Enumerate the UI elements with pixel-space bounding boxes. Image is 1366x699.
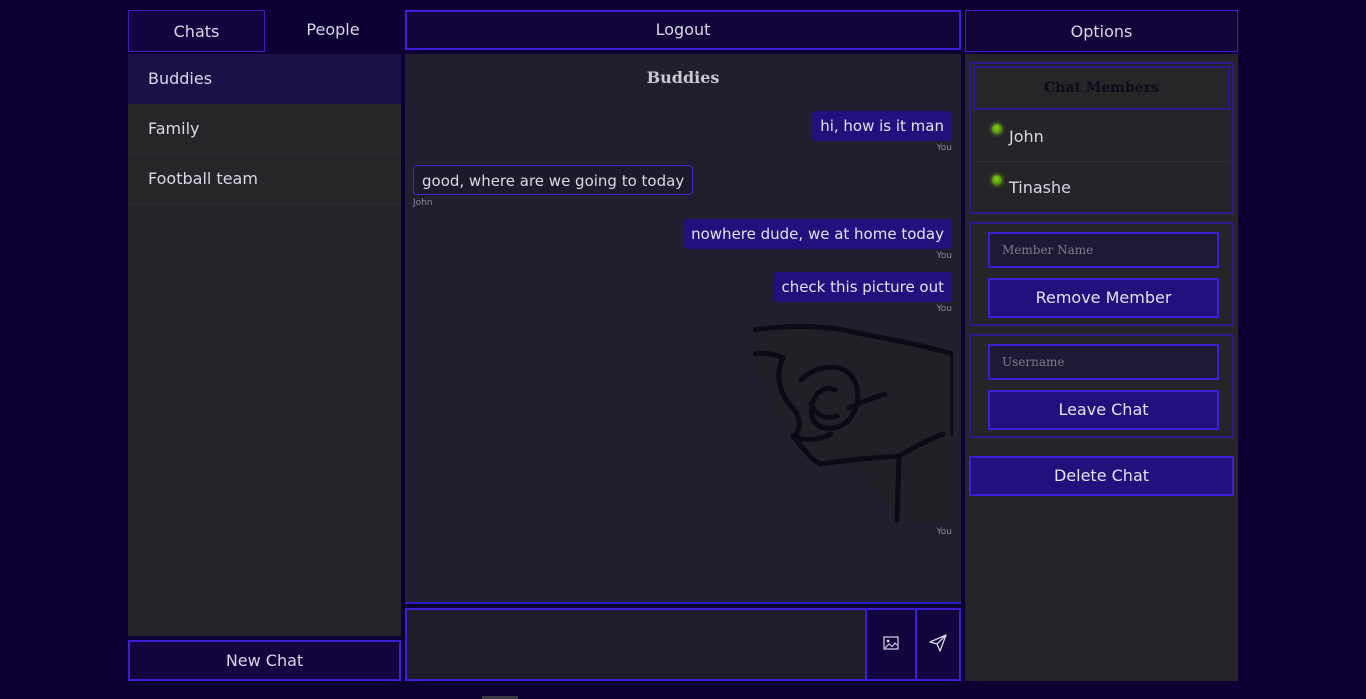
message-input[interactable] xyxy=(407,610,865,679)
message-bubble: check this picture out xyxy=(773,272,952,302)
online-status-icon xyxy=(992,175,1002,185)
options-panel: Chat Members John Tinashe Remove Member … xyxy=(965,54,1238,681)
member-name-input[interactable] xyxy=(988,232,1219,268)
message-composer xyxy=(405,608,961,681)
message-sender: You xyxy=(936,143,952,153)
message-sender: You xyxy=(936,251,952,261)
chat-members-section: Chat Members John Tinashe xyxy=(969,62,1234,214)
remove-member-section: Remove Member xyxy=(969,222,1234,326)
new-chat-button[interactable]: New Chat xyxy=(128,640,401,681)
attach-image-button[interactable] xyxy=(865,610,915,679)
online-status-icon xyxy=(992,124,1002,134)
send-button[interactable] xyxy=(915,610,959,679)
logout-button[interactable]: Logout xyxy=(405,10,961,50)
member-item[interactable]: Tinashe xyxy=(973,163,1230,213)
remove-member-button[interactable]: Remove Member xyxy=(988,278,1219,318)
message-bubble: good, where are we going to today xyxy=(413,165,694,195)
chat-item-family[interactable]: Family xyxy=(128,104,401,154)
message-sender: You xyxy=(936,527,952,537)
chat-title: Buddies xyxy=(646,68,720,87)
tab-people[interactable]: People xyxy=(265,9,401,51)
chat-item-buddies[interactable]: Buddies xyxy=(128,54,401,104)
chat-list: Buddies Family Football team xyxy=(128,54,401,636)
message-bubble: nowhere dude, we at home today xyxy=(683,219,952,249)
username-input[interactable] xyxy=(988,344,1219,380)
leave-chat-section: Leave Chat xyxy=(969,334,1234,438)
sidebar-tabs: Chats People xyxy=(128,10,401,52)
member-name: Tinashe xyxy=(1009,178,1071,197)
member-name: John xyxy=(1009,127,1044,146)
send-icon xyxy=(929,633,947,656)
image-icon xyxy=(883,635,899,654)
options-button[interactable]: Options xyxy=(965,10,1238,52)
leave-chat-button[interactable]: Leave Chat xyxy=(988,390,1219,430)
delete-chat-button[interactable]: Delete Chat xyxy=(969,456,1234,496)
chat-members-heading: Chat Members xyxy=(973,66,1230,110)
member-item[interactable]: John xyxy=(973,112,1230,162)
message-sender: John xyxy=(413,198,433,208)
message-pane[interactable]: Buddies hi, how is it man You good, wher… xyxy=(405,54,961,604)
message-sender: You xyxy=(936,304,952,314)
chat-item-football-team[interactable]: Football team xyxy=(128,154,401,204)
message-bubble: hi, how is it man xyxy=(812,111,952,141)
hand-ok-gesture-image[interactable] xyxy=(750,323,956,523)
tab-chats[interactable]: Chats xyxy=(128,10,265,52)
